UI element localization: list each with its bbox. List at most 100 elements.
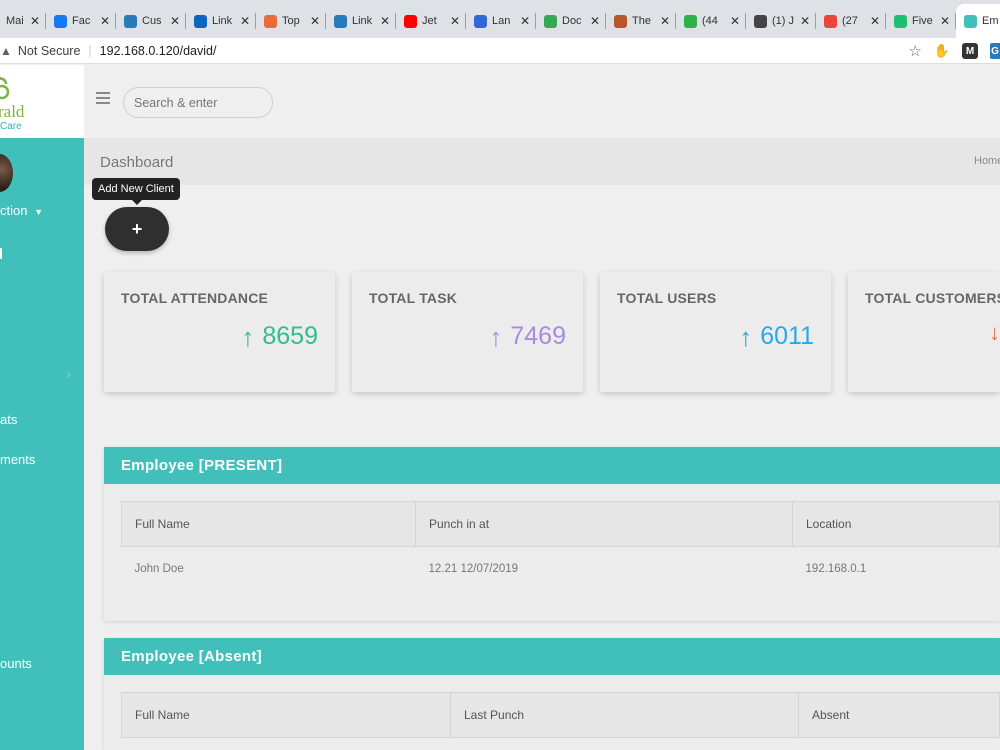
browser-tab[interactable]: Five ✕ bbox=[886, 4, 956, 38]
absent-employee-panel: Employee [Absent] Full Name Last Punch A… bbox=[104, 638, 1000, 750]
stat-card-users: TOTAL USERS ↑ 6011 bbox=[600, 272, 831, 392]
close-icon[interactable]: ✕ bbox=[100, 14, 110, 28]
target-icon bbox=[474, 14, 487, 28]
browser-tab[interactable]: Doc ✕ bbox=[536, 4, 606, 38]
browser-tab-title: (27 bbox=[842, 15, 858, 27]
close-icon[interactable]: ✕ bbox=[870, 14, 880, 28]
browser-tab-bar: Mai ✕ Fac ✕ Cus ✕ Link ✕ Top ✕ Link ✕ Jet ✕ Lan ✕ Doc ✕ Th… bbox=[0, 0, 1000, 38]
sidebar-item-ounts[interactable]: ounts bbox=[0, 656, 32, 671]
chat-icon bbox=[684, 14, 697, 28]
link-icon bbox=[334, 14, 347, 28]
add-client-button[interactable]: + bbox=[105, 207, 169, 251]
browser-tab[interactable]: (44 ✕ bbox=[676, 4, 746, 38]
browser-tab[interactable]: Cus ✕ bbox=[116, 4, 186, 38]
breadcrumb-bar bbox=[84, 138, 1000, 185]
column-header[interactable]: Full Name bbox=[121, 692, 451, 738]
stat-value: 8659 bbox=[262, 322, 318, 350]
stat-label: TOTAL TASK bbox=[369, 290, 458, 306]
star-icon[interactable]: ☆ bbox=[909, 42, 922, 60]
browser-tab[interactable]: (1) J ✕ bbox=[746, 4, 816, 38]
browser-tab-title: Jet bbox=[422, 15, 437, 27]
browser-tab-title: Five bbox=[912, 15, 933, 27]
close-icon[interactable]: ✕ bbox=[380, 14, 390, 28]
warning-icon[interactable]: ▲ bbox=[0, 44, 12, 58]
browser-tab[interactable]: Jet ✕ bbox=[396, 4, 466, 38]
extension-m-icon[interactable]: M bbox=[962, 43, 978, 59]
browser-tab[interactable]: Fac ✕ bbox=[46, 4, 116, 38]
stat-card-task: TOTAL TASK ↑ 7469 bbox=[352, 272, 583, 392]
add-client-tooltip: Add New Client bbox=[92, 178, 180, 205]
stat-value: 7469 bbox=[510, 322, 566, 350]
breadcrumb-home[interactable]: Home bbox=[974, 155, 1000, 167]
search-input[interactable] bbox=[123, 87, 273, 118]
close-icon[interactable]: ✕ bbox=[520, 14, 530, 28]
stat-label: TOTAL USERS bbox=[617, 290, 717, 306]
logo-icon bbox=[0, 77, 10, 100]
browser-tab-title: The bbox=[632, 15, 651, 27]
security-label[interactable]: Not Secure bbox=[18, 44, 81, 58]
sidebar-section-label: ction bbox=[0, 203, 28, 218]
absent-table: Full Name Last Punch Absent bbox=[121, 692, 1000, 738]
arrow-down-icon: ↓ bbox=[989, 320, 1000, 345]
browser-tab-title: Lan bbox=[492, 15, 511, 27]
five-icon bbox=[894, 14, 907, 28]
close-icon[interactable]: ✕ bbox=[590, 14, 600, 28]
table-header-row: Full Name Last Punch Absent bbox=[121, 692, 1000, 738]
browser-tab[interactable]: Top ✕ bbox=[256, 4, 326, 38]
stat-value-row: ↑ 6011 bbox=[739, 322, 814, 351]
close-icon[interactable]: ✕ bbox=[30, 14, 40, 28]
table-cell: 192.168.0.1 bbox=[805, 562, 867, 575]
close-icon[interactable]: ✕ bbox=[240, 14, 250, 28]
browser-tab[interactable]: (27 ✕ bbox=[816, 4, 886, 38]
column-header[interactable]: Full Name bbox=[121, 501, 416, 547]
arrow-up-icon: ↑ bbox=[739, 321, 753, 352]
close-icon[interactable]: ✕ bbox=[660, 14, 670, 28]
extension-hand-icon[interactable]: ✋ bbox=[934, 43, 950, 59]
stat-card-attendance: TOTAL ATTENDANCE ↑ 8659 bbox=[104, 272, 335, 392]
browser-tab-title: Fac bbox=[72, 15, 91, 27]
menu-icon[interactable] bbox=[96, 92, 110, 104]
sidebar-item-ats[interactable]: ats bbox=[0, 412, 17, 427]
close-icon[interactable]: ✕ bbox=[450, 14, 460, 28]
stat-value: 6011 bbox=[760, 322, 814, 350]
close-icon[interactable]: ✕ bbox=[940, 14, 950, 28]
b-icon bbox=[264, 14, 277, 28]
arrow-up-icon: ↑ bbox=[241, 321, 255, 352]
present-employee-panel: Employee [PRESENT] Full Name Punch in at… bbox=[104, 447, 1000, 621]
browser-tab[interactable]: Link ✕ bbox=[186, 4, 256, 38]
extension-blue-icon[interactable]: G bbox=[990, 43, 1000, 59]
column-header[interactable]: Location bbox=[792, 501, 1000, 547]
doc-icon bbox=[544, 14, 557, 28]
close-icon[interactable]: ✕ bbox=[310, 14, 320, 28]
stat-value-row: ↑ 8659 bbox=[241, 322, 318, 351]
flag-icon bbox=[824, 14, 837, 28]
close-icon[interactable]: ✕ bbox=[170, 14, 180, 28]
arrow-up-icon: ↑ bbox=[489, 321, 503, 352]
browser-tab[interactable]: Lan ✕ bbox=[466, 4, 536, 38]
present-table: Full Name Punch in at Location John Doe … bbox=[121, 501, 1000, 591]
stat-label: TOTAL CUSTOMERS bbox=[865, 290, 1000, 306]
column-header[interactable]: Last Punch bbox=[450, 692, 799, 738]
stat-card-customers: TOTAL CUSTOMERS ↓ bbox=[848, 272, 1000, 392]
address-bar[interactable]: ▲ Not Secure | 192.168.0.120/david/ ☆ ✋ … bbox=[0, 38, 1000, 64]
caret-down-icon: ▼ bbox=[34, 207, 44, 217]
sidebar-item-ments[interactable]: ments bbox=[0, 452, 35, 467]
column-header[interactable]: Absent bbox=[798, 692, 1000, 738]
person-icon bbox=[614, 14, 627, 28]
emerald-icon bbox=[964, 14, 977, 28]
browser-tab-title: Mai bbox=[6, 15, 24, 27]
close-icon[interactable]: ✕ bbox=[730, 14, 740, 28]
browser-tab[interactable]: Link ✕ bbox=[326, 4, 396, 38]
browser-tab-title: Em bbox=[982, 15, 999, 27]
sidebar-section-toggle[interactable]: ction ▼ bbox=[0, 203, 43, 218]
browser-tab[interactable]: Mai ✕ bbox=[0, 4, 46, 38]
close-icon[interactable]: ✕ bbox=[800, 14, 810, 28]
browser-tab[interactable]: Em bbox=[956, 4, 1000, 38]
sidebar-marker bbox=[0, 248, 3, 259]
browser-tab-title: Link bbox=[212, 15, 233, 27]
url-text[interactable]: 192.168.0.120/david/ bbox=[100, 44, 217, 58]
column-header[interactable]: Punch in at bbox=[415, 501, 793, 547]
browser-tab-title: Link bbox=[352, 15, 373, 27]
table-cell: John Doe bbox=[134, 562, 184, 575]
browser-tab[interactable]: The ✕ bbox=[606, 4, 676, 38]
